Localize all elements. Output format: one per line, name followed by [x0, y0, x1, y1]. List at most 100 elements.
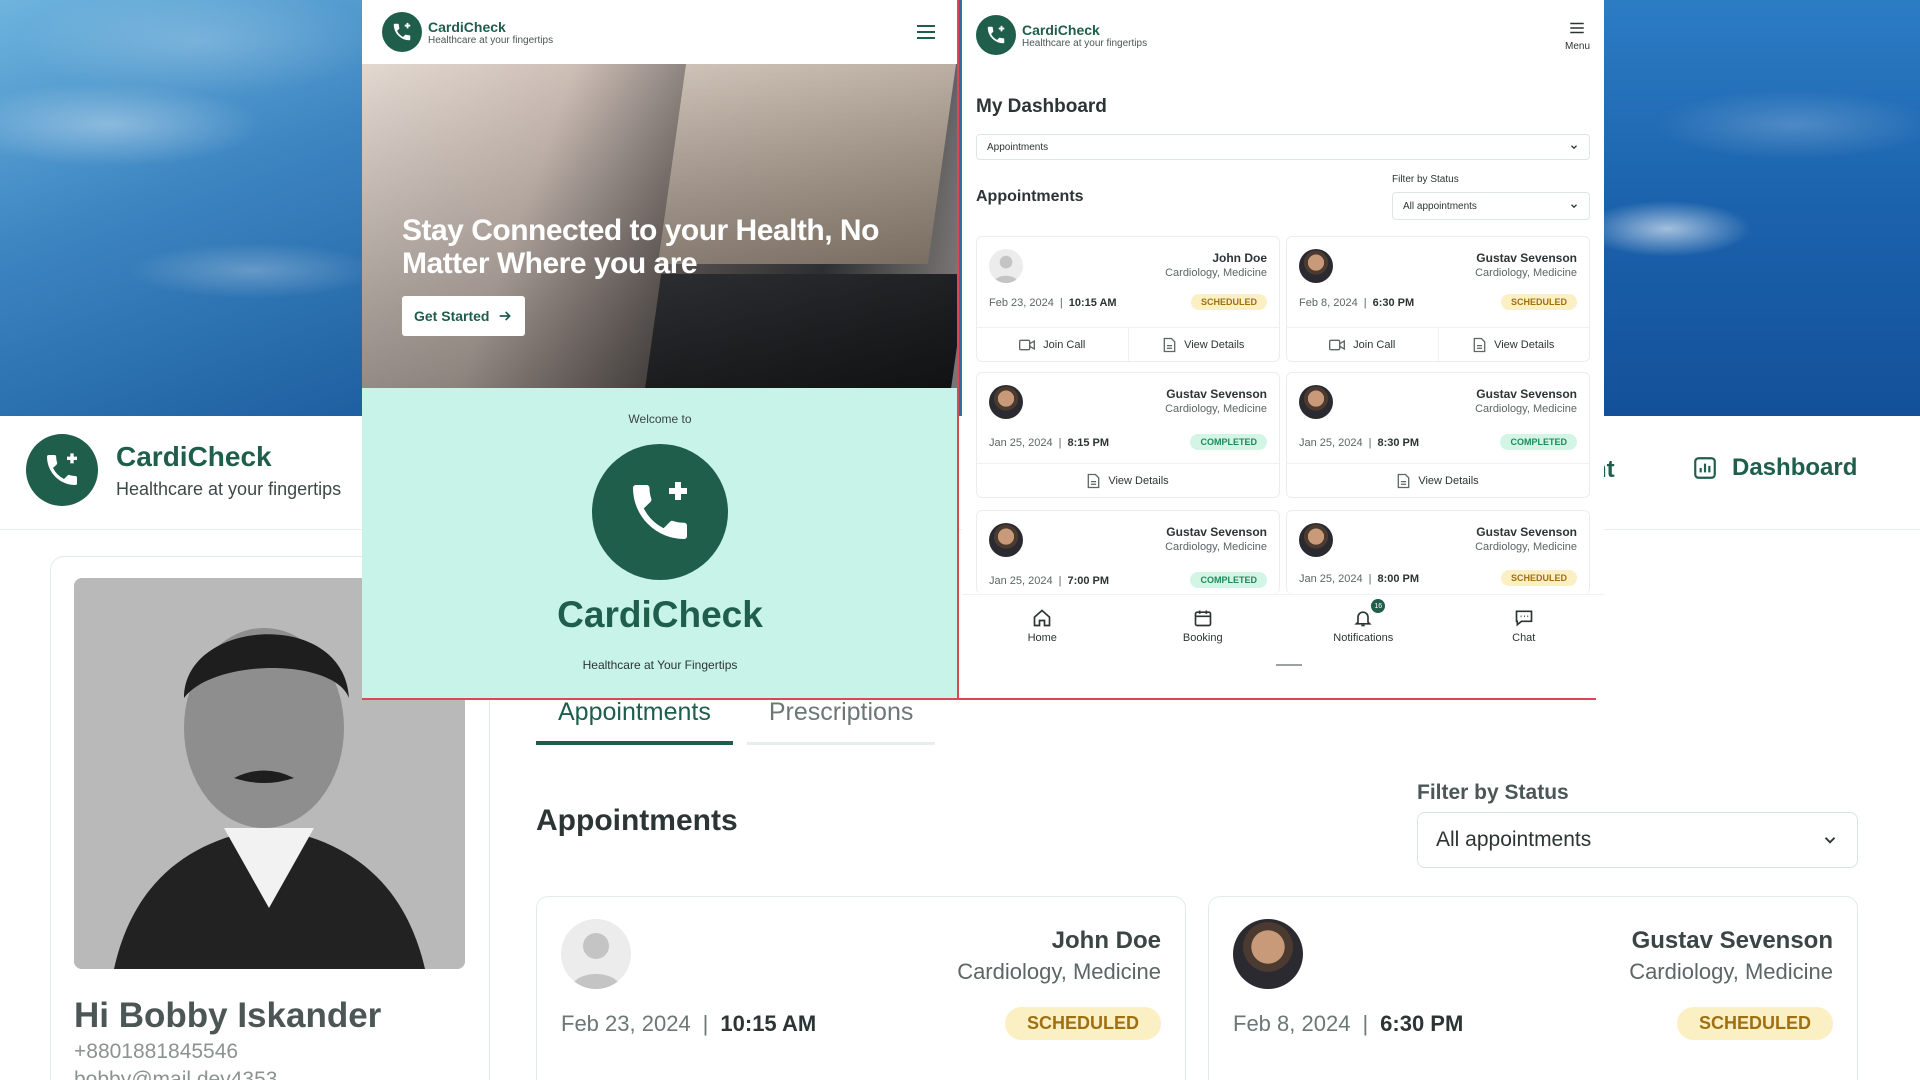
view-details-label: View Details [1184, 338, 1245, 351]
status-badge: SCHEDULED [1500, 294, 1577, 310]
chat-icon [1515, 610, 1533, 626]
divider-line-horizontal [362, 698, 1596, 700]
appointment-time: 6:30 PM [1372, 297, 1415, 309]
menu-button[interactable]: Menu [1565, 19, 1590, 52]
nav-home-label: Home [1027, 631, 1057, 644]
profile-greeting: Hi Bobby Iskander [74, 996, 382, 1035]
phone-plus-icon [592, 444, 728, 580]
dashboard-icon [1694, 457, 1716, 479]
appointment-card[interactable]: Gustav Sevenson Cardiology, Medicine Jan… [976, 510, 1280, 594]
appointment-card[interactable]: John Doe Cardiology, Medicine Feb 23, 20… [536, 896, 1186, 1080]
arrow-right-icon [500, 311, 512, 321]
appointment-time: 10:15 AM [1068, 297, 1117, 309]
appointment-datetime: Feb 23, 2024 | 10:15 AM [989, 297, 1117, 309]
desktop-brand[interactable]: CardiCheck Healthcare at your fingertips [26, 434, 341, 506]
appointment-date: Jan 25, 2024 [1299, 437, 1363, 449]
view-details-button[interactable]: View Details [1127, 328, 1280, 361]
hamburger-icon[interactable] [914, 20, 938, 44]
tab-appointments[interactable]: Appointments [536, 694, 733, 745]
section-select[interactable]: Appointments [976, 134, 1590, 160]
view-details-label: View Details [1494, 338, 1555, 351]
profile-email: bobby@mail.dev4353 [74, 1068, 278, 1080]
filter-select[interactable]: All appointments [1417, 812, 1858, 868]
status-badge: COMPLETED [1190, 572, 1267, 588]
chevron-down-icon [1571, 145, 1577, 150]
chevron-down-icon [1571, 204, 1577, 209]
appointment-time: 8:15 PM [1067, 437, 1110, 449]
join-call-button[interactable]: Join Call [977, 328, 1128, 361]
avatar [1299, 249, 1333, 283]
appointment-datetime: Feb 23, 2024 | 10:15 AM [561, 1011, 817, 1036]
notification-count-badge: 16 [1371, 599, 1386, 613]
welcome-to-label: Welcome to [628, 412, 692, 426]
doctor-specialty: Cardiology, Medicine [1475, 541, 1577, 553]
brand-tagline: Healthcare at your fingertips [116, 478, 342, 499]
nav-booking-label: Booking [1182, 631, 1223, 644]
ocean-background-left [0, 0, 362, 416]
welcome-brand-name: CardiCheck [557, 594, 763, 635]
brand-name: CardiCheck [428, 18, 506, 35]
appointment-time: 10:15 AM [720, 1011, 817, 1036]
brand-name: CardiCheck [116, 440, 272, 472]
appointment-card[interactable]: John Doe Cardiology, Medicine Feb 23, 20… [976, 236, 1280, 362]
doctor-name: Gustav Sevenson [1166, 525, 1267, 539]
home-icon [1033, 608, 1051, 626]
appointment-time: 6:30 PM [1380, 1011, 1464, 1036]
tab-prescriptions[interactable]: Prescriptions [746, 694, 936, 745]
mobile-landing-screen: CardiCheck Healthcare at your fingertips… [362, 0, 958, 700]
profile-phone: +8801881845546 [74, 1040, 239, 1063]
mobile-brand[interactable]: CardiCheck Healthcare at your fingertips [976, 15, 1147, 55]
appointment-datetime: Jan 25, 2024 | 7:00 PM [989, 575, 1110, 587]
appointment-datetime: Jan 25, 2024 | 8:00 PM [1299, 573, 1420, 585]
appointment-card[interactable]: Gustav Sevenson Cardiology, Medicine Jan… [1286, 372, 1590, 498]
appointment-date: Feb 23, 2024 [989, 297, 1054, 309]
nav-notifications[interactable]: 16 Notifications [1313, 595, 1413, 656]
view-details-button[interactable]: View Details [977, 464, 1279, 497]
get-started-button[interactable]: Get Started [402, 296, 526, 336]
desktop-tabs: Appointments Prescriptions [536, 694, 936, 745]
ocean-background-right [1604, 0, 1920, 416]
appointment-card[interactable]: Gustav Sevenson Cardiology, Medicine Jan… [1286, 510, 1590, 594]
appointment-datetime: Feb 8, 2024 | 6:30 PM [1299, 297, 1415, 309]
appointment-date: Jan 25, 2024 [989, 575, 1053, 587]
doctor-specialty: Cardiology, Medicine [1475, 403, 1577, 415]
doctor-specialty: Cardiology, Medicine [957, 959, 1161, 984]
bottom-nav: Home Booking 16 Notifications Chat [962, 594, 1604, 656]
mobile-header: CardiCheck Healthcare at your fingertips… [962, 0, 1604, 70]
doctor-specialty: Cardiology, Medicine [1629, 959, 1833, 984]
filter-label: Filter by Status [1417, 781, 1569, 804]
hero-title: Stay Connected to your Health, No Matter… [402, 214, 879, 280]
get-started-label: Get Started [414, 308, 490, 324]
nav-booking[interactable]: Booking [1153, 595, 1253, 656]
nav-chat[interactable]: Chat [1474, 595, 1574, 656]
phone-plus-icon [382, 12, 422, 52]
nav-dashboard[interactable]: Dashboard [1692, 454, 1857, 482]
view-details-button[interactable]: View Details [1437, 328, 1590, 361]
hamburger-icon [1570, 22, 1585, 33]
doctor-name: Gustav Sevenson [1476, 525, 1577, 539]
appointment-time: 8:30 PM [1377, 437, 1420, 449]
filter-value: All appointments [1436, 828, 1592, 851]
mobile-brand[interactable]: CardiCheck Healthcare at your fingertips [382, 12, 553, 52]
join-call-button[interactable]: Join Call [1287, 328, 1438, 361]
menu-label: Menu [1564, 40, 1590, 52]
video-icon [1329, 339, 1346, 350]
hero-banner: Stay Connected to your Health, No Matter… [362, 64, 958, 388]
view-details-button[interactable]: View Details [1287, 464, 1589, 497]
nav-chat-label: Chat [1512, 631, 1536, 644]
nav-home[interactable]: Home [992, 595, 1092, 656]
filter-select[interactable]: All appointments [1392, 192, 1590, 220]
doctor-name: Gustav Sevenson [1631, 927, 1833, 954]
appointment-card[interactable]: Gustav Sevenson Cardiology, Medicine Jan… [976, 372, 1280, 498]
appointment-date: Feb 23, 2024 [561, 1011, 691, 1036]
status-badge: SCHEDULED [1004, 1007, 1161, 1040]
brand-tagline: Healthcare at your fingertips [1022, 37, 1148, 49]
doctor-specialty: Cardiology, Medicine [1165, 541, 1267, 553]
brand-tagline: Healthcare at your fingertips [428, 34, 554, 46]
nav-dashboard-label: Dashboard [1732, 454, 1858, 481]
appointment-card[interactable]: Gustav Sevenson Cardiology, Medicine Feb… [1286, 236, 1590, 362]
appointment-card[interactable]: Gustav Sevenson Cardiology, Medicine Feb… [1208, 896, 1858, 1080]
doctor-name: Gustav Sevenson [1476, 251, 1577, 265]
nav-notifications-label: Notifications [1333, 631, 1394, 644]
appointments-heading: Appointments [976, 188, 1084, 205]
